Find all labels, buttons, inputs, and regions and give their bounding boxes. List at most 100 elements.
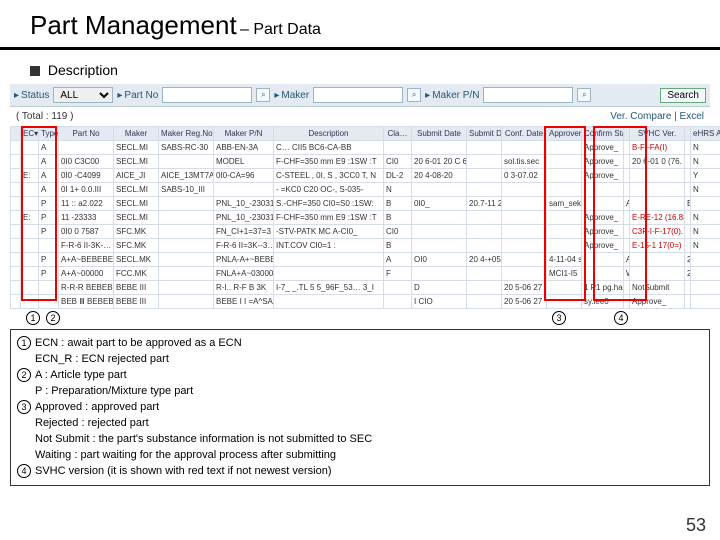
table-cell: F-CHF=350 mm E9 :1SW :T bbox=[274, 211, 384, 225]
partno-input[interactable] bbox=[162, 87, 252, 103]
toolbar-links[interactable]: Ver. Compare | Excel bbox=[610, 111, 704, 122]
column-header[interactable]: SVHC Ver. bbox=[630, 127, 685, 141]
table-cell: 11 :: a2.022 bbox=[59, 197, 114, 211]
table-row[interactable]: E:P11 -23333SECL.MIPNL_10_-23031F-CHF=35… bbox=[11, 211, 720, 225]
table-cell: N bbox=[691, 239, 720, 253]
table-cell bbox=[274, 267, 384, 281]
table-cell bbox=[502, 141, 547, 155]
table-cell: F-CHF=350 mm E9 :1SW :T bbox=[274, 155, 384, 169]
title-sub: – Part Data bbox=[240, 21, 321, 38]
column-header[interactable]: Maker Reg.No bbox=[159, 127, 214, 141]
table-cell bbox=[582, 253, 624, 267]
table-cell: - =KC0 C20 OC-, S-035- bbox=[274, 183, 384, 197]
makerpn-label: Maker P/N bbox=[425, 90, 479, 101]
table-cell bbox=[502, 253, 547, 267]
table-cell bbox=[502, 197, 547, 211]
partno-lookup-icon[interactable]: ⌕ bbox=[256, 88, 270, 102]
table-cell bbox=[21, 281, 39, 295]
table-cell bbox=[11, 141, 21, 155]
table-cell: A bbox=[39, 141, 59, 155]
table-cell: Y bbox=[691, 169, 720, 183]
column-header[interactable]: Part No bbox=[59, 127, 114, 141]
legend-line: 2 A : Article type part bbox=[17, 368, 701, 384]
column-header[interactable]: Maker bbox=[114, 127, 159, 141]
makerpn-lookup-icon[interactable]: ⌕ bbox=[577, 88, 591, 102]
table-cell bbox=[159, 225, 214, 239]
column-header[interactable]: Type bbox=[39, 127, 59, 141]
table-cell bbox=[11, 197, 21, 211]
table-cell bbox=[547, 155, 582, 169]
search-button[interactable]: Search bbox=[660, 88, 706, 103]
legend-text: Not Submit : the part's substance inform… bbox=[35, 432, 701, 448]
column-header[interactable]: Maker P/N bbox=[214, 127, 274, 141]
maker-input[interactable] bbox=[313, 87, 403, 103]
table-cell: N bbox=[691, 225, 720, 239]
table-cell bbox=[547, 211, 582, 225]
table-cell: B bbox=[384, 211, 412, 225]
table-cell bbox=[502, 239, 547, 253]
table-cell: PNLA-A+~BEBEBEI-CEF.:CHF:30 0 F.3%.50 bbox=[214, 253, 274, 267]
maker-lookup-icon[interactable]: ⌕ bbox=[407, 88, 421, 102]
table-cell: I CIO bbox=[412, 295, 467, 309]
table-cell bbox=[274, 253, 384, 267]
column-header[interactable]: Approver bbox=[547, 127, 582, 141]
table-cell: 0I0_ bbox=[412, 197, 467, 211]
table-row[interactable]: PA+A~BEBEBESECL.MKPNLA-A+~BEBEBEI-CEF.:C… bbox=[11, 253, 720, 267]
table-row[interactable]: ASECL.MISABS-RC-30ABB-EN-3AC… CII5 BC6-C… bbox=[11, 141, 720, 155]
table-cell: 20 5-06 27 bbox=[502, 281, 547, 295]
table-row[interactable]: P0I0 0 7587SFC.MKFN_CI+1=37=3-STV-PATK M… bbox=[11, 225, 720, 239]
legend-text: Rejected : rejected part bbox=[35, 416, 701, 432]
table-row[interactable]: E:A0I0 -C4099AICE_JIAICE_13MT7AL0I0-CA=9… bbox=[11, 169, 720, 183]
column-header[interactable]: Confirm Status bbox=[582, 127, 624, 141]
table-cell: SECL.MI bbox=[114, 197, 159, 211]
table-cell bbox=[384, 295, 412, 309]
table-cell: SECL.MK bbox=[114, 253, 159, 267]
table-cell bbox=[21, 239, 39, 253]
legend-marker: 2 bbox=[17, 368, 31, 382]
marker-row: 1 2 3 4 bbox=[24, 311, 710, 325]
table-cell: SECL.MI bbox=[114, 183, 159, 197]
table-cell: SECL.MI bbox=[114, 141, 159, 155]
table-cell bbox=[21, 183, 39, 197]
table-row[interactable]: PA+A~00000FCC.MKFNLA+A~0300030_T|0_F|:35… bbox=[11, 267, 720, 281]
table-row[interactable]: BEB Ⅲ BEBEBEBEBE IIIBEBE I I =A^SA^SA^SA… bbox=[11, 295, 720, 309]
table-row[interactable]: P11 :: a2.022SECL.MIPNL_10_-23031S.-CHF=… bbox=[11, 197, 720, 211]
table-cell: Approve_ bbox=[582, 155, 624, 169]
column-header[interactable] bbox=[11, 127, 21, 141]
legend-text: A : Article type part bbox=[35, 368, 701, 384]
table-cell: 20 4-+05-1F 20 bbox=[467, 253, 502, 267]
table-row[interactable]: A0I 1+ 0.0.IIISECL.MISABS-10_III- =KC0 C… bbox=[11, 183, 720, 197]
table-cell bbox=[159, 211, 214, 225]
table-cell: R-R-R BEBEBE bbox=[59, 281, 114, 295]
table-cell bbox=[467, 155, 502, 169]
column-header[interactable]: Description bbox=[274, 127, 384, 141]
table-cell: 0I0 0 7587 bbox=[59, 225, 114, 239]
column-header[interactable]: Conf. Date bbox=[502, 127, 547, 141]
table-cell: FNLA+A~0300030_T|0_F|:35, :5.R:1F.of bbox=[214, 267, 274, 281]
table-cell bbox=[21, 155, 39, 169]
table-cell bbox=[274, 295, 384, 309]
table-cell bbox=[412, 183, 467, 197]
column-header[interactable]: eHRS Approve bbox=[691, 127, 720, 141]
column-header[interactable]: Submit Div. bbox=[467, 127, 502, 141]
table-cell: P bbox=[39, 267, 59, 281]
makerpn-input[interactable] bbox=[483, 87, 573, 103]
table-cell bbox=[21, 267, 39, 281]
table-cell: SECL.MI bbox=[114, 155, 159, 169]
table-row[interactable]: R-R-R BEBEBEBEBE IIIR-I.. R-F B 3KI-7_ _… bbox=[11, 281, 720, 295]
table-cell bbox=[467, 225, 502, 239]
status-select[interactable]: ALL bbox=[53, 87, 113, 103]
table-cell bbox=[467, 295, 502, 309]
table-cell: N bbox=[691, 141, 720, 155]
column-header[interactable]: Cla… bbox=[384, 127, 412, 141]
marker-1: 1 bbox=[26, 311, 40, 325]
table-row[interactable]: F-R-6 II-3K-…SFC.MKF-R-6 II=3K--3…INT.CO… bbox=[11, 239, 720, 253]
legend-marker: 1 bbox=[17, 336, 31, 350]
table-cell: E: bbox=[21, 211, 39, 225]
table-row[interactable]: A0I0 C3C00SECL.MIMODELF-CHF=350 mm E9 :1… bbox=[11, 155, 720, 169]
legend-line: ECN_R : ECN rejected part bbox=[17, 352, 701, 368]
column-header[interactable]: EC▾ bbox=[21, 127, 39, 141]
column-header[interactable]: Submit Date bbox=[412, 127, 467, 141]
table-cell: 0I 1+ 0.0.III bbox=[59, 183, 114, 197]
table-cell bbox=[159, 267, 214, 281]
